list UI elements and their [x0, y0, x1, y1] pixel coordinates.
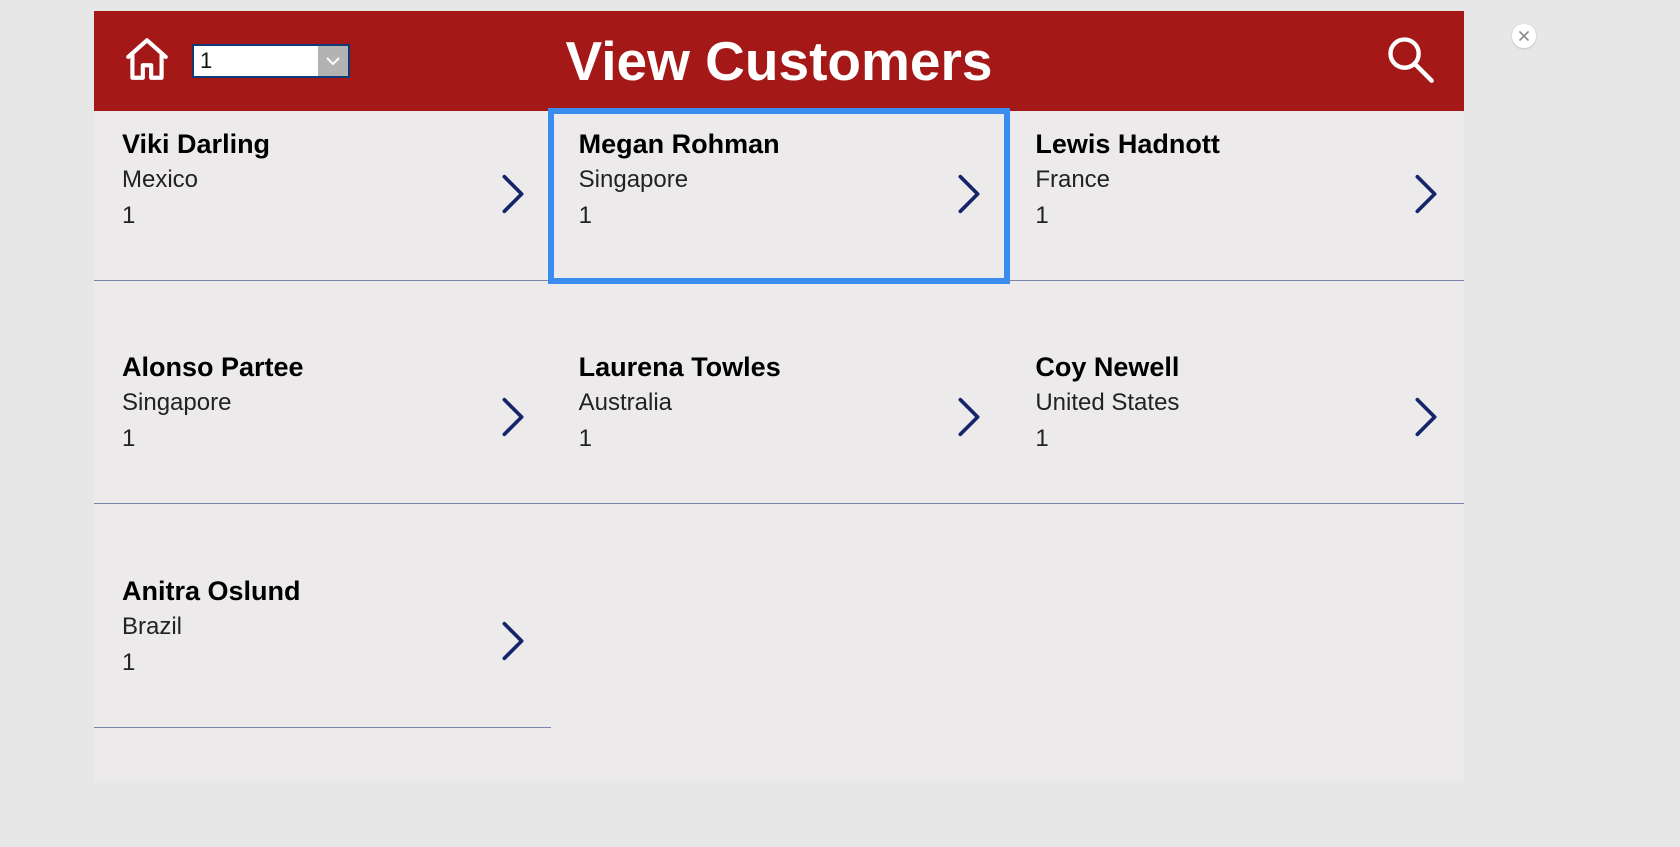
customer-name: Alonso Partee [122, 352, 527, 383]
chevron-right-icon[interactable] [955, 396, 983, 443]
customer-card[interactable]: Lewis Hadnott France 1 [1007, 111, 1464, 281]
customer-grid: Viki Darling Mexico 1 Megan Rohman Singapore… [94, 111, 1464, 781]
search-icon[interactable] [1384, 33, 1436, 90]
customer-name: Anitra Oslund [122, 576, 527, 607]
page-title: View Customers [566, 29, 993, 93]
close-icon[interactable] [1512, 24, 1536, 48]
customer-number: 1 [122, 649, 527, 677]
customer-number: 1 [579, 202, 984, 230]
chevron-right-icon[interactable] [1412, 173, 1440, 220]
page-dropdown-value: 1 [194, 46, 318, 76]
customer-country: Australia [579, 389, 984, 417]
customer-number: 1 [122, 425, 527, 453]
customer-name: Viki Darling [122, 129, 527, 160]
chevron-right-icon[interactable] [499, 396, 527, 443]
customer-number: 1 [1035, 202, 1440, 230]
customer-card[interactable]: Viki Darling Mexico 1 [94, 111, 551, 281]
empty-cell [551, 558, 1008, 728]
customer-country: Singapore [122, 389, 527, 417]
customer-name: Lewis Hadnott [1035, 129, 1440, 160]
chevron-right-icon[interactable] [955, 173, 983, 220]
chevron-right-icon[interactable] [1412, 396, 1440, 443]
customer-name: Megan Rohman [579, 129, 984, 160]
header: 1 View Customers [94, 11, 1464, 111]
customer-card[interactable]: Megan Rohman Singapore 1 [551, 111, 1008, 281]
customer-country: United States [1035, 389, 1440, 417]
customer-card[interactable]: Alonso Partee Singapore 1 [94, 334, 551, 504]
page-dropdown[interactable]: 1 [192, 44, 350, 78]
customer-country: Brazil [122, 613, 527, 641]
empty-cell [1007, 558, 1464, 728]
customer-card[interactable]: Anitra Oslund Brazil 1 [94, 558, 551, 728]
customer-country: France [1035, 166, 1440, 194]
chevron-down-icon[interactable] [318, 46, 348, 76]
app-window: 1 View Customers Viki DarlingMexico1Mega… [94, 11, 1464, 781]
customer-name: Laurena Towles [579, 352, 984, 383]
customer-card[interactable]: Coy Newell United States 1 [1007, 334, 1464, 504]
customer-name: Coy Newell [1035, 352, 1440, 383]
chevron-right-icon[interactable] [499, 620, 527, 667]
customer-country: Mexico [122, 166, 527, 194]
customer-number: 1 [1035, 425, 1440, 453]
chevron-right-icon[interactable] [499, 173, 527, 220]
customer-number: 1 [579, 425, 984, 453]
customer-country: Singapore [579, 166, 984, 194]
home-icon[interactable] [122, 34, 172, 89]
customer-card[interactable]: Laurena Towles Australia 1 [551, 334, 1008, 504]
customer-number: 1 [122, 202, 527, 230]
